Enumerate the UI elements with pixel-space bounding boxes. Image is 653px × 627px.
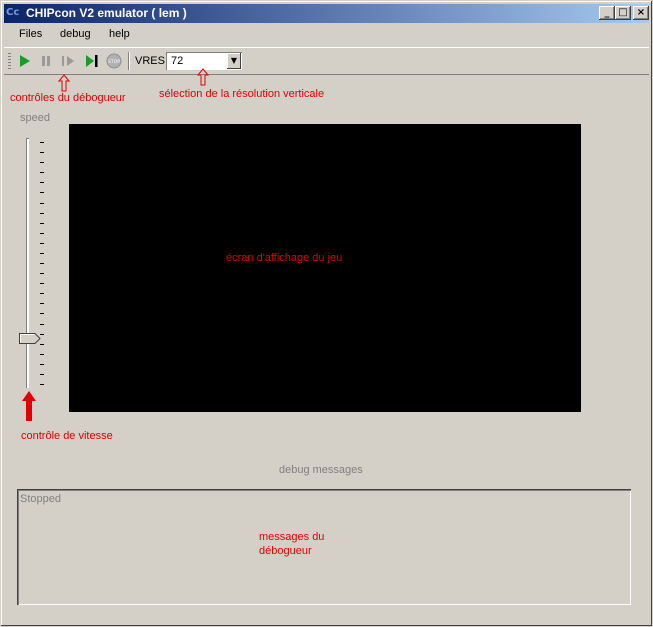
pause-icon [42, 56, 50, 66]
toolbar: STOP VRES 72 ▼ [4, 47, 649, 75]
slider-tick [40, 263, 44, 264]
game-screen[interactable]: écran d'affichage du jeu [69, 124, 581, 412]
speed-label: speed [20, 112, 50, 124]
slider-tick [40, 243, 44, 244]
slider-tick [40, 182, 44, 183]
slider-tick [40, 213, 44, 214]
slider-tick [40, 203, 44, 204]
debug-messages-label: debug messages [279, 464, 363, 476]
vres-annotation: sélection de la résolution verticale [159, 88, 325, 100]
slider-tick [40, 233, 44, 234]
slider-tick [40, 293, 44, 294]
window-title: CHIPcon V2 emulator ( lem ) [26, 6, 187, 20]
speed-arrow-icon [22, 391, 36, 421]
step-button[interactable] [59, 52, 77, 70]
debug-status: Stopped [20, 493, 61, 505]
chevron-down-icon[interactable]: ▼ [227, 53, 241, 69]
slider-tick [40, 253, 44, 254]
pause-button[interactable] [37, 52, 55, 70]
game-screen-annotation: écran d'affichage du jeu [226, 252, 343, 264]
debug-messages-box[interactable]: Stopped messages du débogueur [17, 489, 631, 605]
slider-tick [40, 142, 44, 143]
toolbar-grip[interactable] [8, 53, 11, 69]
maximize-button[interactable]: □ [615, 6, 631, 20]
step-over-icon [86, 55, 98, 67]
slider-tick [40, 384, 44, 385]
slider-tick [40, 273, 44, 274]
slider-tick [40, 354, 44, 355]
speed-slider-ticks [40, 142, 45, 386]
stop-icon: STOP [106, 53, 122, 69]
close-button[interactable]: × [633, 6, 649, 20]
debugger-controls-annotation: contrôles du débogueur [10, 92, 126, 104]
app-icon: Cc [6, 7, 20, 18]
slider-tick [40, 152, 44, 153]
menu-bar: Files debug help [4, 26, 649, 45]
vres-arrow-icon [197, 68, 209, 86]
slider-tick [40, 364, 44, 365]
speed-annotation: contrôle de vitesse [21, 430, 113, 442]
stop-label: STOP [108, 59, 120, 65]
menu-help[interactable]: help [109, 28, 130, 40]
step-over-button[interactable] [82, 52, 100, 70]
minimize-button[interactable]: _ [599, 6, 615, 20]
slider-tick [40, 374, 44, 375]
slider-tick [40, 172, 44, 173]
menu-files[interactable]: Files [19, 28, 42, 40]
vres-label: VRES [135, 55, 165, 67]
slider-tick [40, 283, 44, 284]
stop-button[interactable]: STOP [105, 52, 123, 70]
step-icon [62, 56, 74, 66]
speed-slider-thumb[interactable] [19, 333, 41, 344]
run-button[interactable] [16, 52, 34, 70]
slider-tick [40, 303, 44, 304]
slider-tick [40, 313, 44, 314]
play-icon [20, 55, 30, 67]
title-bar[interactable]: Cc CHIPcon V2 emulator ( lem ) _ □ × [4, 4, 649, 23]
slider-tick [40, 223, 44, 224]
slider-tick [40, 192, 44, 193]
slider-tick [40, 162, 44, 163]
vres-value: 72 [171, 55, 184, 67]
app-window: Cc CHIPcon V2 emulator ( lem ) _ □ × Fil… [0, 0, 653, 627]
menu-debug[interactable]: debug [60, 28, 91, 40]
slider-tick [40, 324, 44, 325]
speed-slider-track[interactable] [26, 138, 29, 388]
toolbar-separator [128, 52, 130, 70]
debugger-controls-arrow-icon [58, 74, 70, 92]
slider-tick [40, 344, 44, 345]
debug-messages-annotation: messages du débogueur [259, 531, 325, 557]
